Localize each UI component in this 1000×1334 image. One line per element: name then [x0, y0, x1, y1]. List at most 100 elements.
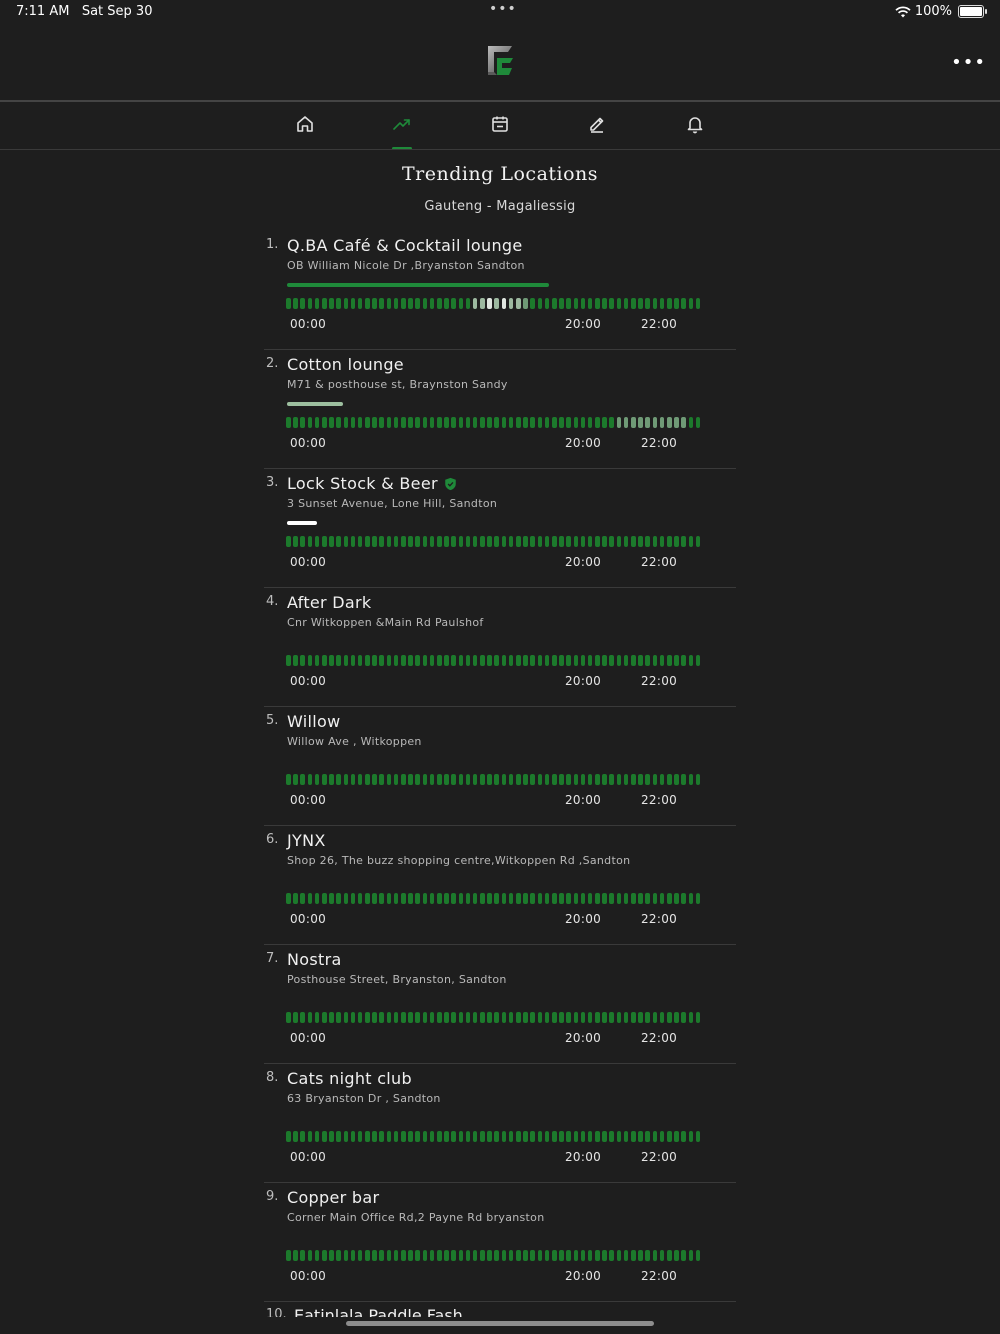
activity-segment	[501, 655, 507, 666]
activity-segment	[386, 655, 392, 666]
activity-segment	[300, 536, 305, 547]
activity-segment	[631, 298, 636, 309]
activity-segment	[300, 655, 305, 666]
activity-segment	[307, 1131, 313, 1142]
activity-segment	[616, 1131, 622, 1142]
tab-edit[interactable]	[584, 114, 610, 138]
activity-segment	[350, 536, 356, 547]
activity-segment	[401, 417, 406, 428]
activity-segment	[602, 1131, 607, 1142]
activity-segment	[472, 774, 478, 785]
activity-segment	[480, 417, 485, 428]
activity-segment	[681, 536, 686, 547]
activity-segment	[393, 774, 399, 785]
activity-segment	[293, 655, 298, 666]
activity-segment	[623, 655, 629, 666]
activity-segment	[422, 536, 428, 547]
activity-segment	[688, 1250, 694, 1261]
activity-segment	[415, 1250, 420, 1261]
tab-trending[interactable]	[389, 114, 415, 150]
location-name: Cats night club	[287, 1069, 412, 1088]
activity-segment	[293, 1250, 298, 1261]
activity-segment	[451, 1012, 456, 1023]
home-indicator[interactable]	[346, 1321, 654, 1326]
activity-segment	[645, 655, 650, 666]
app-logo[interactable]	[484, 44, 516, 78]
location-item[interactable]: 9. Copper bar Corner Main Office Rd,2 Payn…	[264, 1183, 736, 1302]
activity-segment	[401, 655, 406, 666]
activity-segment	[494, 417, 500, 428]
activity-segment	[286, 1250, 291, 1261]
tab-home[interactable]	[292, 114, 318, 138]
location-item[interactable]: 2. Cotton lounge M71 & posthouse st, Brayn…	[264, 350, 736, 469]
activity-segment	[573, 536, 579, 547]
wifi-icon	[895, 5, 911, 17]
multitask-dots[interactable]: •••	[489, 1, 517, 17]
activity-segment	[530, 298, 535, 309]
activity-segment	[480, 774, 485, 785]
activity-segment	[336, 536, 341, 547]
tab-calendar[interactable]	[487, 114, 513, 138]
activity-segment	[357, 774, 363, 785]
activity-segment	[551, 1250, 557, 1261]
activity-segment	[645, 1250, 650, 1261]
activity-segment	[393, 1012, 399, 1023]
location-name-text: Willow	[287, 712, 341, 731]
time-label-mid: 20:00	[565, 555, 602, 569]
activity-segment	[487, 1250, 492, 1261]
activity-segment	[595, 1012, 600, 1023]
activity-segment	[494, 1250, 500, 1261]
time-label-end: 22:00	[641, 912, 678, 926]
location-item[interactable]: 8. Cats night club 63 Bryanston Dr , Sandt…	[264, 1064, 736, 1183]
location-item[interactable]: 4. After Dark Cnr Witkoppen &Main Rd Pauls…	[264, 588, 736, 707]
activity-segment	[300, 417, 305, 428]
location-item[interactable]: 7. Nostra Posthouse Street, Bryanston, San…	[264, 945, 736, 1064]
page-title: Trending Locations	[401, 163, 599, 185]
activity-segment	[429, 1131, 435, 1142]
location-item[interactable]: 1. Q.BA Café & Cocktail lounge OB William …	[264, 231, 736, 350]
region-selector[interactable]: Gauteng - Magaliessig	[0, 199, 1000, 214]
location-item[interactable]: 5. Willow Willow Ave , Witkoppen 00:00 20:00…	[264, 707, 736, 826]
activity-segment	[631, 893, 636, 904]
activity-segment	[631, 417, 636, 428]
activity-segment	[393, 536, 399, 547]
location-item[interactable]: 6. JYNX Shop 26, The buzz shopping centre,…	[264, 826, 736, 945]
activity-segment	[487, 774, 492, 785]
activity-segment	[623, 1012, 629, 1023]
activity-segment	[436, 893, 442, 904]
activity-segment	[537, 536, 543, 547]
activity-segment	[523, 893, 528, 904]
activity-segment	[336, 1250, 341, 1261]
activity-segment	[508, 536, 514, 547]
activity-segment	[580, 774, 586, 785]
time-label-start: 00:00	[290, 436, 327, 450]
activity-segment	[293, 893, 298, 904]
time-label-start: 00:00	[290, 912, 327, 926]
activity-segment	[631, 1012, 636, 1023]
list-item-peek[interactable]: 10. Eatinlala Paddle Fash	[264, 1305, 736, 1317]
activity-segment	[307, 1250, 313, 1261]
tab-notifications[interactable]	[682, 114, 708, 138]
activity-segment	[444, 1012, 449, 1023]
activity-segment	[530, 417, 535, 428]
activity-segment	[501, 298, 507, 309]
activity-segment	[379, 774, 385, 785]
activity-segment	[559, 1012, 564, 1023]
activity-segment	[674, 774, 679, 785]
activity-segment	[465, 774, 471, 785]
activity-segment	[652, 1131, 658, 1142]
activity-segment	[451, 774, 456, 785]
location-item[interactable]: 3. Lock Stock & Beer 3 Sunset Avenue, Lone…	[264, 469, 736, 588]
activity-segment	[609, 893, 615, 904]
activity-segment	[286, 893, 291, 904]
time-label-end: 22:00	[641, 1031, 678, 1045]
activity-segment	[674, 1250, 679, 1261]
activity-segment	[645, 893, 650, 904]
activity-segment	[408, 417, 413, 428]
more-options-button[interactable]: •••	[951, 52, 986, 73]
activity-segment	[516, 774, 521, 785]
location-name-text: Cats night club	[287, 1069, 412, 1088]
activity-segment	[300, 1012, 305, 1023]
activity-segment	[415, 655, 420, 666]
activity-segment	[516, 536, 521, 547]
